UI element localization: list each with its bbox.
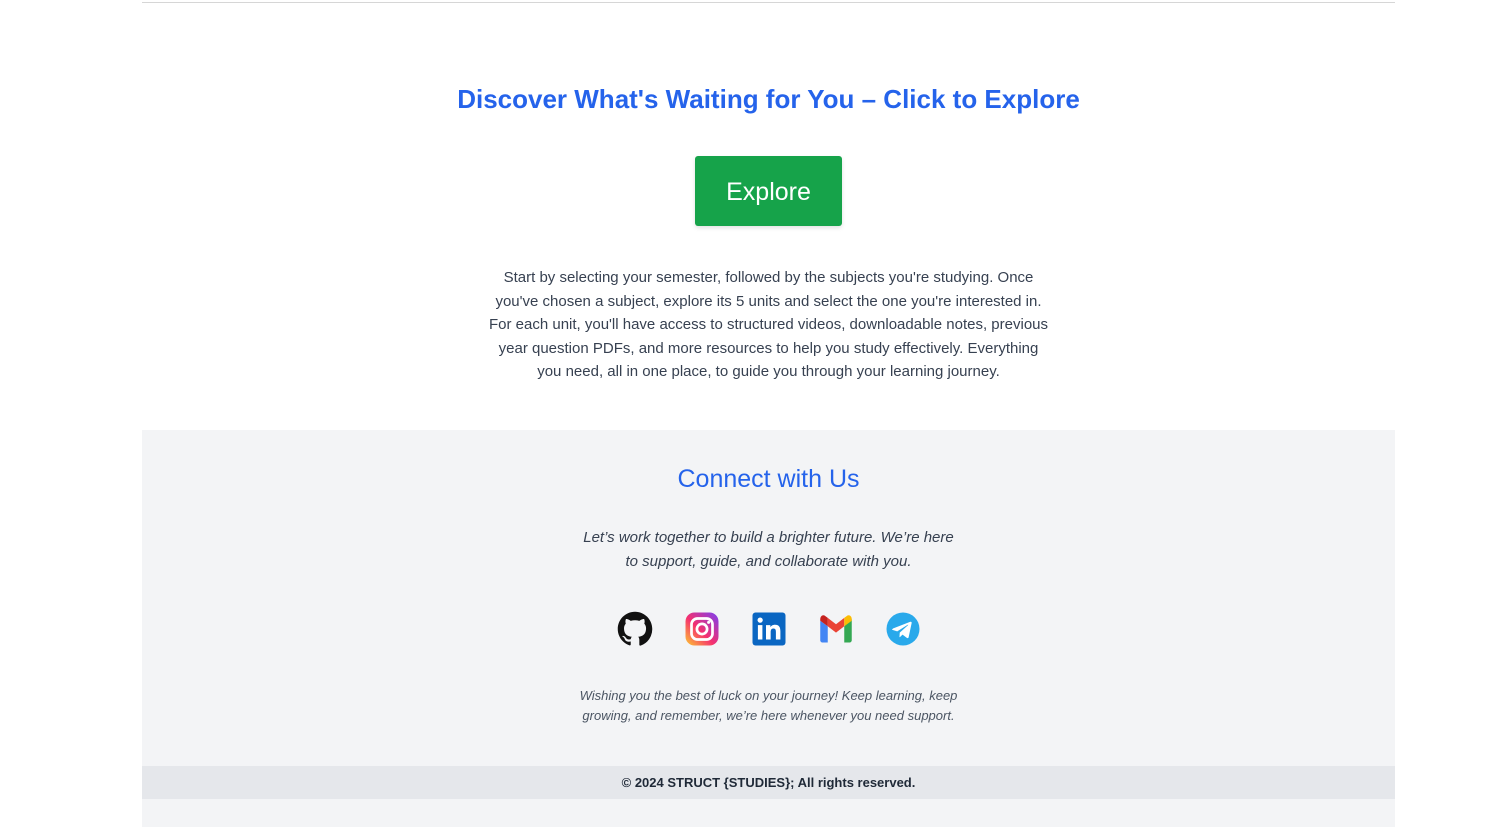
instagram-icon <box>685 612 718 646</box>
footer-wish-text: Wishing you the best of luck on your jou… <box>579 688 958 723</box>
copyright-bar: © 2024 STRUCT {STUDIES}; All rights rese… <box>142 766 1395 799</box>
gmail-link[interactable] <box>818 611 854 647</box>
gmail-icon <box>819 615 852 643</box>
explore-description: Start by selecting your semester, follow… <box>488 269 1048 380</box>
footer-tagline: Let’s work together to build a brighter … <box>583 529 954 570</box>
connect-heading: Connect with Us <box>677 465 860 493</box>
linkedin-link[interactable] <box>751 611 787 647</box>
github-icon <box>617 611 652 646</box>
social-links <box>142 611 1395 649</box>
telegram-icon <box>886 612 919 646</box>
explore-section: Discover What's Waiting for You – Click … <box>142 3 1395 430</box>
telegram-link[interactable] <box>885 611 921 647</box>
copyright-text: © 2024 STRUCT {STUDIES}; All rights rese… <box>621 775 916 790</box>
explore-button[interactable]: Explore <box>695 156 842 226</box>
explore-heading: Discover What's Waiting for You – Click … <box>457 84 1080 114</box>
page: Discover What's Waiting for You – Click … <box>0 0 1506 827</box>
github-link[interactable] <box>617 611 653 647</box>
linkedin-icon <box>752 612 785 646</box>
instagram-link[interactable] <box>684 611 720 647</box>
footer: Connect with Us Let’s work together to b… <box>142 430 1395 827</box>
